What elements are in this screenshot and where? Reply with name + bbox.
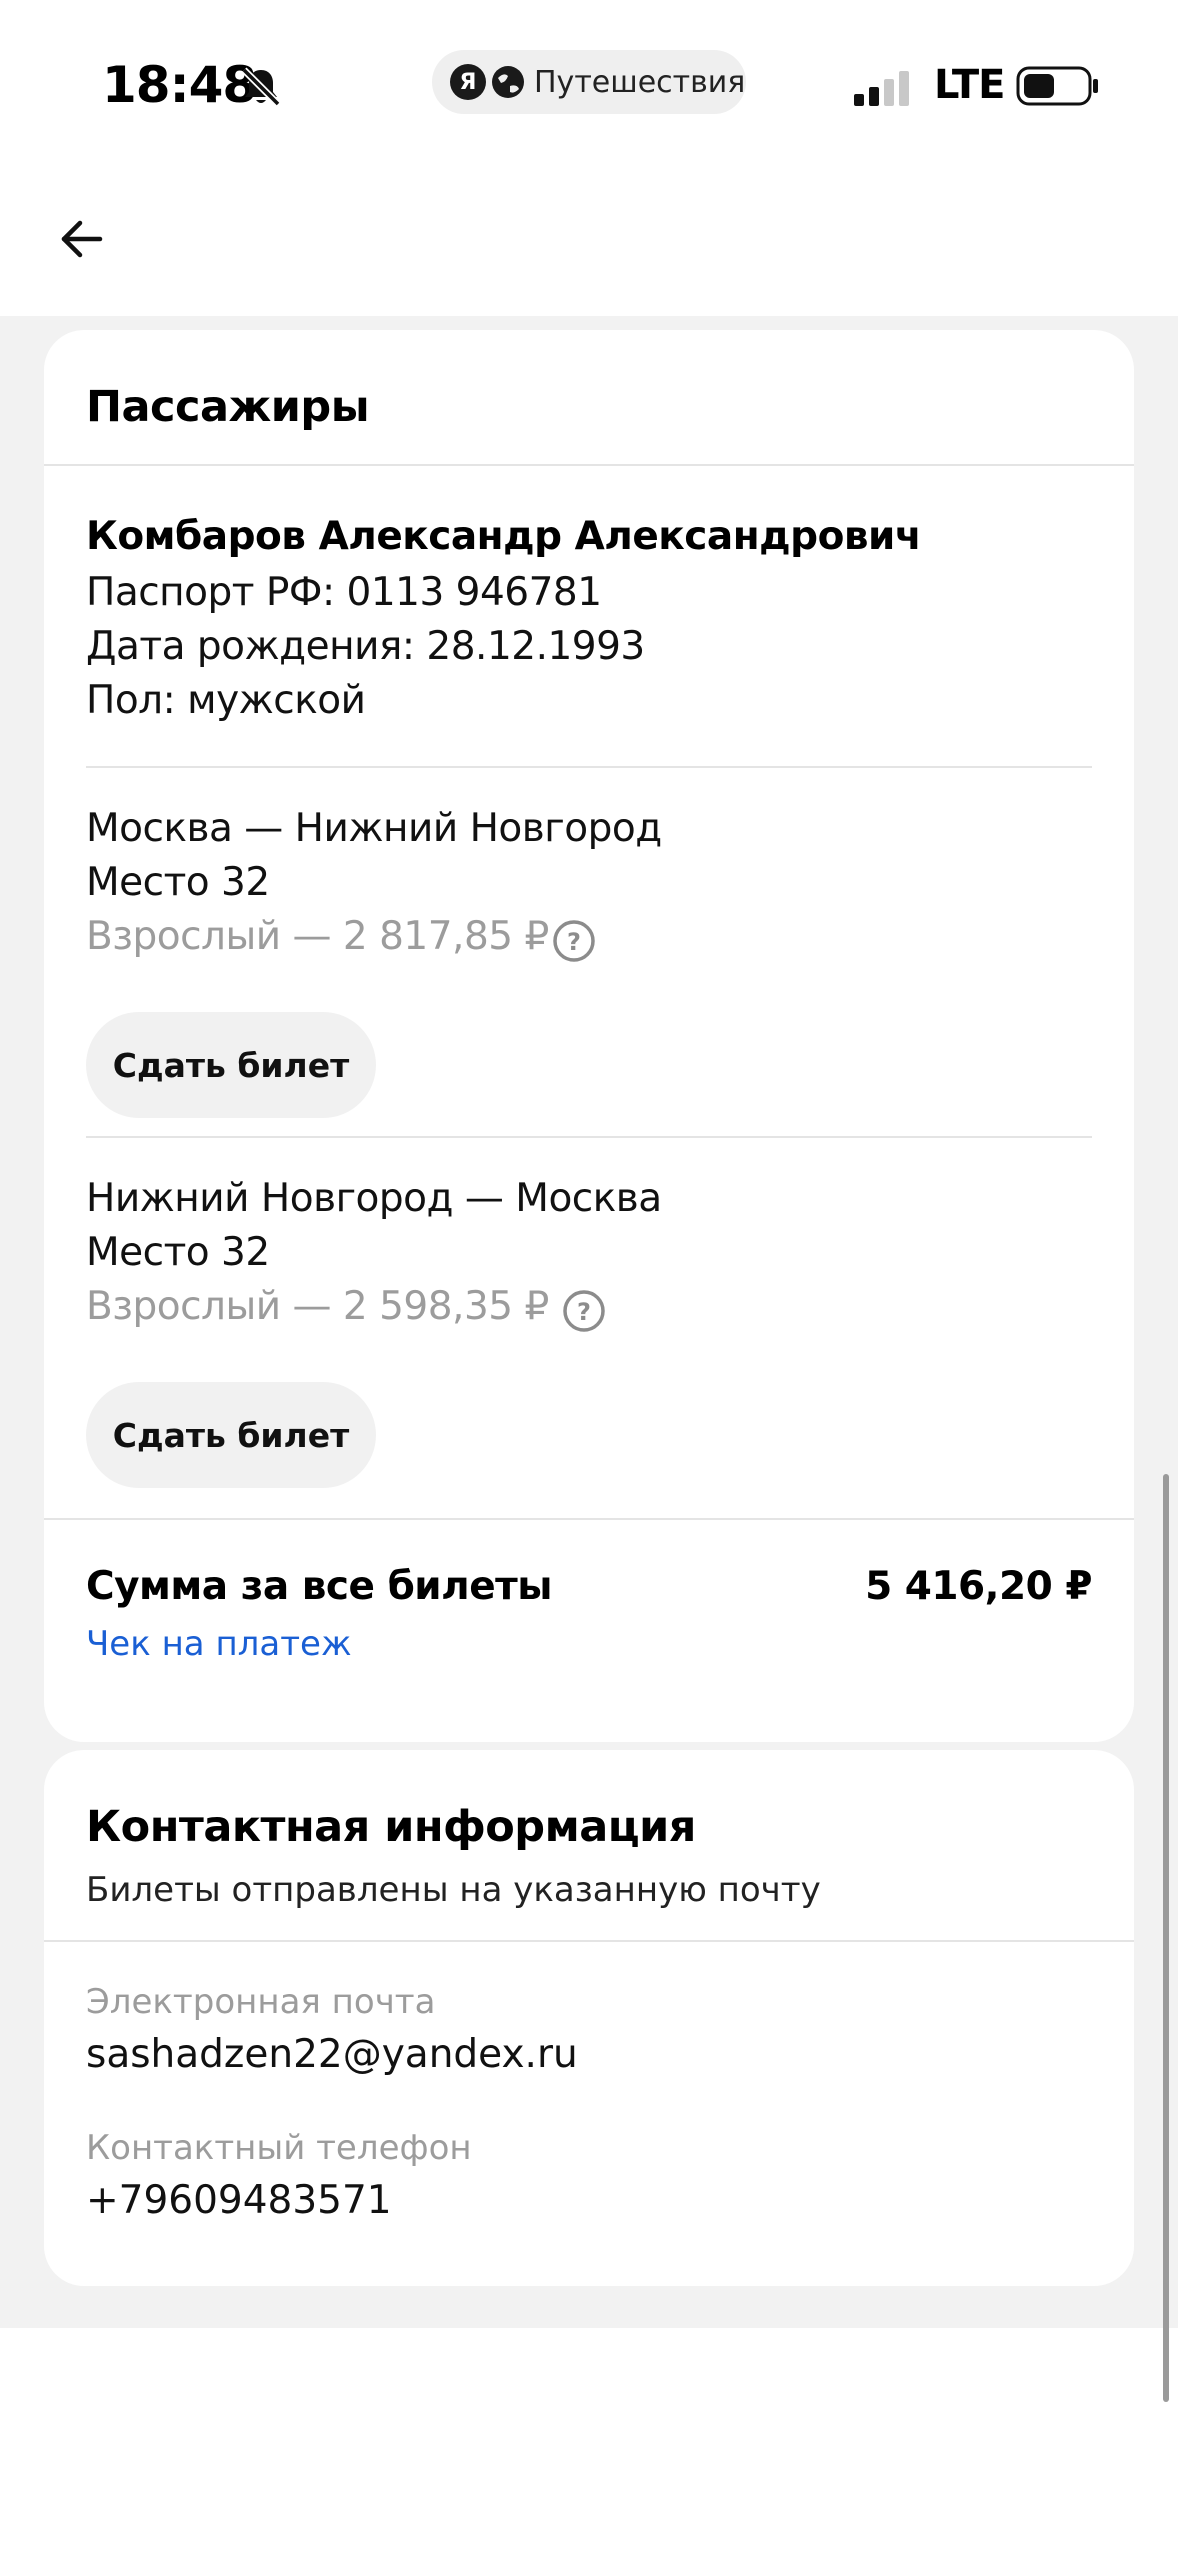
contacts-title: Контактная информация <box>86 1802 696 1852</box>
receipt-link[interactable]: Чек на платеж <box>86 1624 352 1664</box>
app-name: Путешествия <box>534 64 746 100</box>
app-pill[interactable]: Я Путешествия <box>432 50 746 114</box>
divider <box>86 1136 1092 1138</box>
refund-ticket-button[interactable]: Сдать билет <box>86 1382 376 1488</box>
status-bar: 18:48 Я Путешествия LTE <box>0 0 1178 170</box>
ticket-route: Москва — Нижний Новгород <box>86 806 662 851</box>
scrollbar-thumb[interactable] <box>1163 1474 1169 2402</box>
divider <box>44 1518 1134 1520</box>
passenger-name: Комбаров Александр Александрович <box>86 514 922 559</box>
total-value: 5 416,20 ₽ <box>865 1564 1092 1609</box>
bell-slash-icon <box>241 67 281 107</box>
ticket-route: Нижний Новгород — Москва <box>86 1176 662 1221</box>
divider <box>86 766 1092 768</box>
ticket-fare: Взрослый — 2 817,85 ₽ <box>86 914 549 959</box>
passenger-passport: Паспорт РФ: 0113 946781 <box>86 570 602 615</box>
content-area: Пассажиры Комбаров Александр Александров… <box>0 316 1178 2328</box>
total-label: Сумма за все билеты <box>86 1564 553 1609</box>
yandex-logo-icon: Я <box>450 64 486 100</box>
signal-bars-icon <box>854 71 909 106</box>
email-label: Электронная почта <box>86 1982 436 2022</box>
question-circle-icon[interactable]: ? <box>562 1289 606 1333</box>
phone-label: Контактный телефон <box>86 2128 472 2168</box>
email-value: sashadzen22@yandex.ru <box>86 2032 578 2077</box>
phone-value: +79609483571 <box>86 2178 392 2223</box>
status-time: 18:48 <box>102 56 257 114</box>
ticket-seat: Место 32 <box>86 1230 270 1275</box>
contacts-card: Контактная информация Билеты отправлены … <box>44 1750 1134 2286</box>
battery-icon <box>1016 66 1098 106</box>
ticket-seat: Место 32 <box>86 860 270 905</box>
back-button[interactable] <box>46 204 116 274</box>
question-circle-icon[interactable]: ? <box>552 919 596 963</box>
svg-text:?: ? <box>577 1298 591 1326</box>
arrow-left-icon <box>61 220 103 258</box>
svg-text:?: ? <box>567 928 581 956</box>
divider <box>44 1940 1134 1942</box>
passengers-card: Пассажиры Комбаров Александр Александров… <box>44 330 1134 1742</box>
passenger-gender: Пол: мужской <box>86 678 366 723</box>
globe-icon <box>492 66 524 98</box>
refund-ticket-button[interactable]: Сдать билет <box>86 1012 376 1118</box>
network-type: LTE <box>934 62 1005 108</box>
contacts-subtitle: Билеты отправлены на указанную почту <box>86 1870 821 1910</box>
nav-bar <box>0 170 1178 316</box>
divider <box>44 464 1134 466</box>
passenger-birth-date: Дата рождения: 28.12.1993 <box>86 624 645 669</box>
ticket-fare: Взрослый — 2 598,35 ₽ <box>86 1284 549 1329</box>
passengers-title: Пассажиры <box>86 382 370 432</box>
